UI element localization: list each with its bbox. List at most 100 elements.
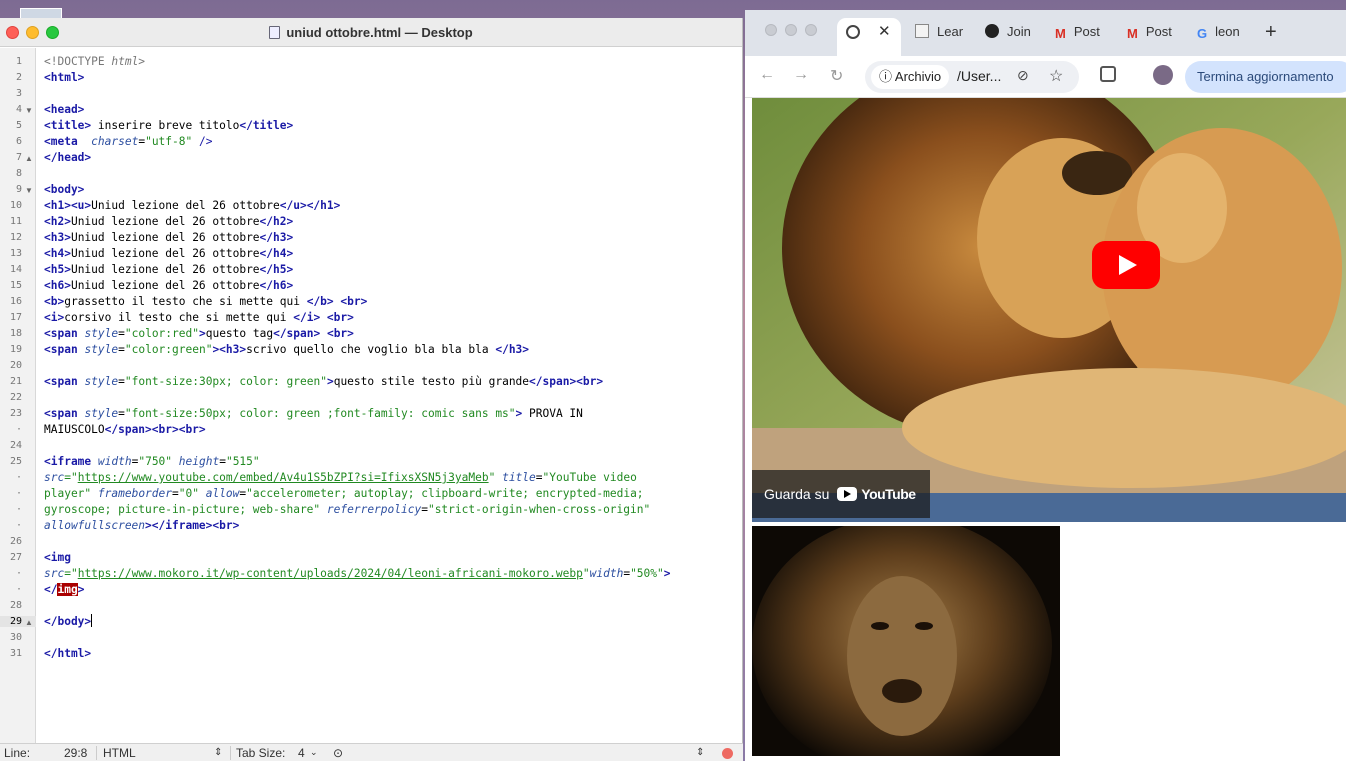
code-token: </i> <br> xyxy=(293,311,354,324)
code-token: </u></h1> xyxy=(279,199,341,212)
image-source-link[interactable]: https://www.mokoro.it/wp-content/uploads… xyxy=(78,567,583,580)
cursor-position[interactable]: 29:8 xyxy=(64,746,87,760)
github-icon xyxy=(985,24,999,38)
code-token: MAIUSCOLO xyxy=(44,423,105,436)
language-selector[interactable]: HTML xyxy=(103,746,136,760)
status-divider xyxy=(96,746,97,760)
code-token: </span><br><br> xyxy=(104,423,206,436)
tab-label: Lear xyxy=(937,24,964,39)
tab-gmail-1[interactable]: M Post xyxy=(1055,18,1100,56)
code-token: <meta xyxy=(44,135,78,148)
line-number: 11 xyxy=(9,216,22,227)
zoom-window-button[interactable] xyxy=(805,24,817,36)
settings-menu-icon[interactable]: ⊙ xyxy=(333,746,343,760)
avatar[interactable] xyxy=(1153,65,1173,85)
wrap-continuation-dot: · xyxy=(15,568,22,579)
code-token: Uniud lezione del 26 ottobre xyxy=(70,263,260,276)
back-icon[interactable]: ← xyxy=(759,66,775,84)
star-icon[interactable]: ☆ xyxy=(1049,66,1063,86)
line-number: 10 xyxy=(9,200,22,211)
code-token: "strict-origin-when-cross-origin" xyxy=(427,503,651,516)
wrap-continuation-dot: · xyxy=(15,472,22,483)
url-text: /User... xyxy=(957,68,1002,84)
site-info-chip[interactable]: ⓘ Archivio xyxy=(871,65,950,89)
code-token: </h2> xyxy=(259,215,294,228)
tab-size-selector[interactable]: 4 xyxy=(298,746,305,760)
text-cursor xyxy=(91,614,93,627)
youtube-play-button[interactable] xyxy=(1092,241,1160,289)
line-number: 15 xyxy=(9,280,22,291)
tab-size-label: Tab Size: xyxy=(236,746,286,760)
update-button[interactable]: Termina aggiornamento xyxy=(1185,61,1346,93)
minimize-window-button[interactable] xyxy=(785,24,797,36)
address-bar[interactable]: ⓘ Archivio /User... ⊘ ☆ xyxy=(865,61,1079,93)
line-number: 30 xyxy=(9,632,22,643)
line-number: 26 xyxy=(9,536,22,547)
code-token: <span xyxy=(44,343,78,356)
code-token: </ xyxy=(44,583,58,596)
code-token: </b> <br> xyxy=(306,295,368,308)
code-token: questo tag xyxy=(205,327,274,340)
code-token: Uniud lezione del 26 ottobre xyxy=(70,247,260,260)
code-token: "0" xyxy=(178,487,199,500)
code-token: " xyxy=(488,471,496,484)
code-token: /> xyxy=(192,135,213,148)
tab-google[interactable]: Gleon xyxy=(1197,18,1240,56)
learn-icon xyxy=(915,24,929,38)
chevron-updown-icon[interactable]: ⇕ xyxy=(696,747,704,758)
youtube-video-embed[interactable]: Guarda su YouTube xyxy=(752,98,1346,522)
code-token: gyroscope; picture-in-picture; web-share… xyxy=(44,503,321,516)
extensions-icon[interactable] xyxy=(1100,66,1116,82)
code-token: <span xyxy=(44,407,78,420)
forward-icon[interactable]: → xyxy=(793,66,809,84)
code-token: </body> xyxy=(44,615,92,628)
close-window-button[interactable] xyxy=(765,24,777,36)
fold-toggle-icon[interactable]: ▲ xyxy=(25,618,33,627)
wrap-continuation-dot: · xyxy=(15,504,22,515)
code-token: questo stile testo più grande xyxy=(333,375,530,388)
reload-icon[interactable]: ↻ xyxy=(830,66,843,86)
code-token: "515" xyxy=(225,455,260,468)
code-area[interactable]: <!DOCTYPE html> <html> <head> <title> in… xyxy=(44,48,742,660)
new-tab-button[interactable]: + xyxy=(1265,18,1277,56)
tab-github[interactable]: Join xyxy=(985,18,1031,56)
browser-window: ✕ Lear Join M Post M Post Gleon + ← → ↻ ⓘ … xyxy=(745,10,1346,761)
fold-toggle-icon[interactable]: ▼ xyxy=(25,106,33,115)
chevron-down-icon: ⌄ xyxy=(310,747,318,757)
code-token: "color:red" xyxy=(124,327,199,340)
close-tab-icon[interactable]: ✕ xyxy=(878,18,891,46)
code-token: Uniud lezione del 26 ottobre xyxy=(70,231,260,244)
code-token: player" xyxy=(44,487,92,500)
watch-on-youtube-button[interactable]: Guarda su YouTube xyxy=(752,470,930,518)
tab-active[interactable]: ✕ xyxy=(837,18,901,56)
gmail-icon: M xyxy=(1055,26,1066,41)
code-token: allow xyxy=(205,487,240,500)
browser-toolbar: ← → ↻ ⓘ Archivio /User... ⊘ ☆ Termina ag… xyxy=(745,56,1346,98)
youtube-brand-label: YouTube xyxy=(861,486,916,502)
wrap-continuation-dot: · xyxy=(15,520,22,531)
code-token: <title> xyxy=(44,119,92,132)
code-token: style xyxy=(84,343,119,356)
code-token: style xyxy=(84,327,119,340)
tab-gmail-2[interactable]: M Post xyxy=(1127,18,1172,56)
fold-toggle-icon[interactable]: ▲ xyxy=(25,154,33,163)
line-number: 13 xyxy=(9,248,22,259)
google-icon: G xyxy=(1197,26,1208,41)
line-number: 18 xyxy=(9,328,22,339)
fold-toggle-icon[interactable]: ▼ xyxy=(25,186,33,195)
tab-learn[interactable]: Lear xyxy=(915,18,963,56)
code-token: > xyxy=(77,583,85,596)
code-token: grassetto il testo che si mette qui xyxy=(64,295,307,308)
code-token: <h5> xyxy=(44,263,71,276)
globe-icon xyxy=(846,25,860,39)
code-token: width xyxy=(97,455,132,468)
lions-video-thumbnail xyxy=(752,98,1346,522)
code-token: </h3> xyxy=(495,343,530,356)
code-token: </h3> xyxy=(259,231,294,244)
code-token: <h6> xyxy=(44,279,71,292)
code-token: "50%" xyxy=(630,567,664,580)
youtube-embed-link[interactable]: https://www.youtube.com/embed/Av4u1S5bZP… xyxy=(78,471,489,484)
code-token: corsivo il testo che si mette qui xyxy=(64,311,294,324)
eye-off-icon[interactable]: ⊘ xyxy=(1017,67,1029,84)
lion-image xyxy=(752,526,1060,756)
